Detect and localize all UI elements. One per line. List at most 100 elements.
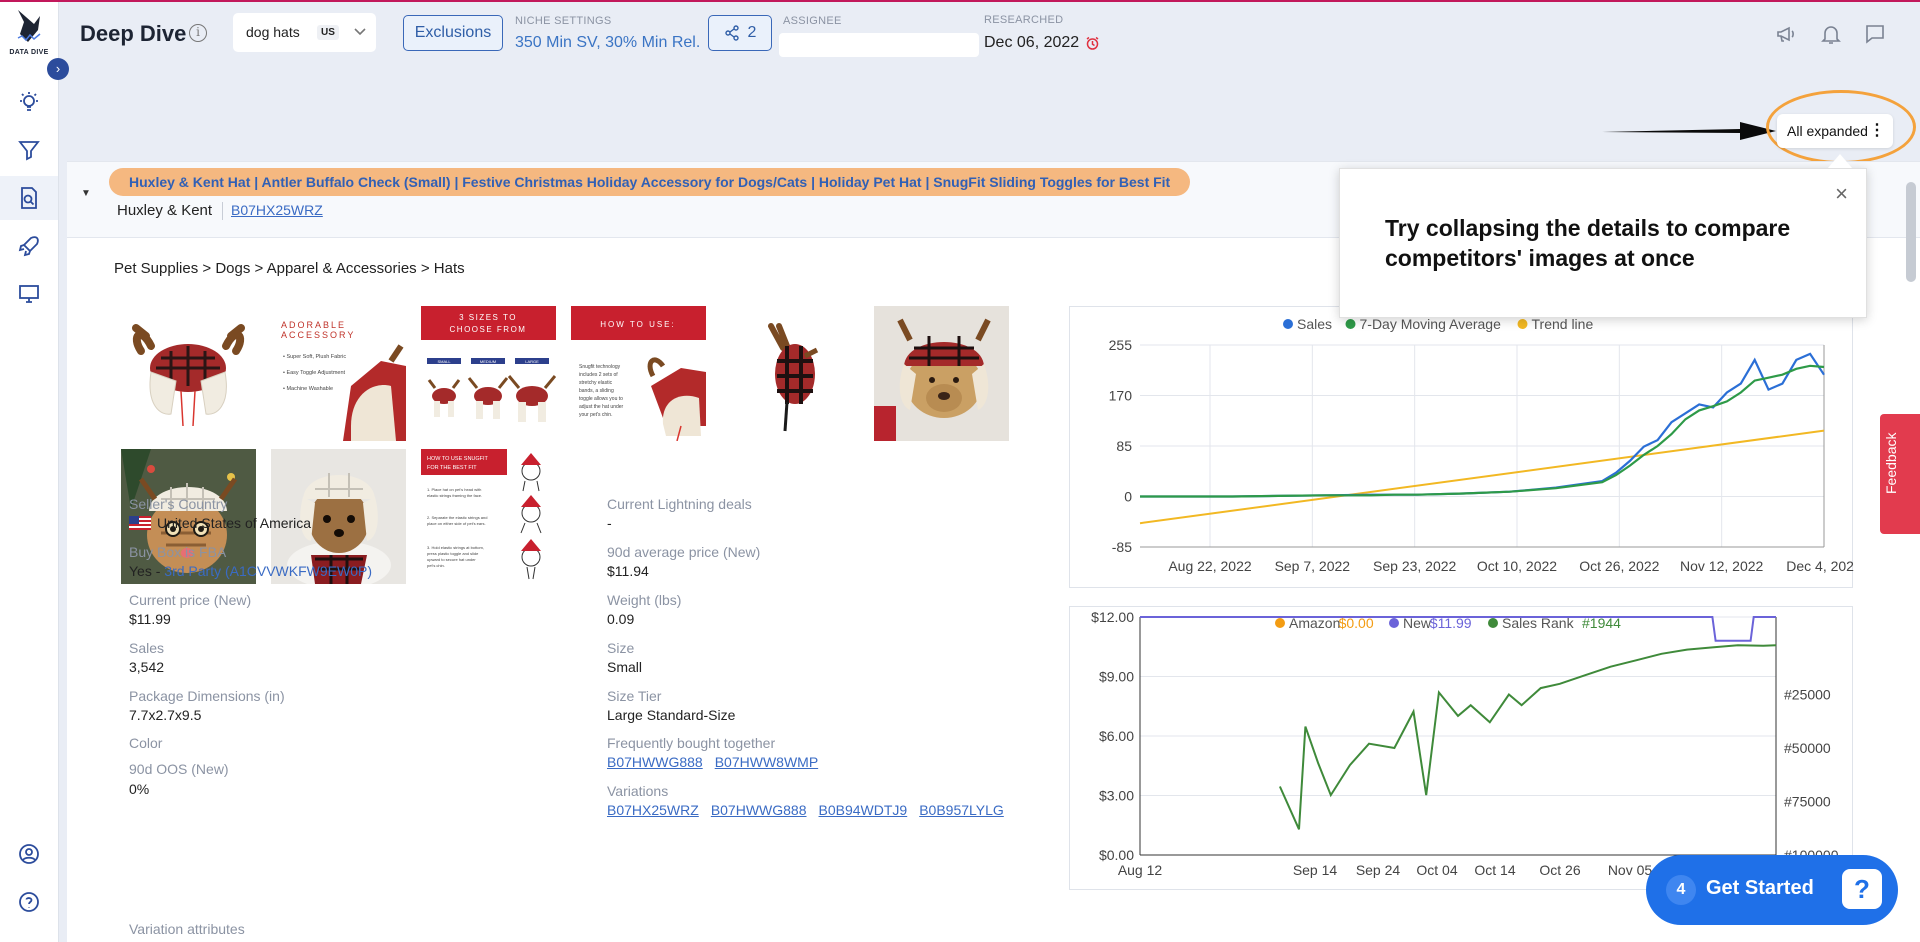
x-tick-label: Oct 04	[1416, 862, 1457, 878]
img2-line-3: • Machine Washable	[283, 386, 333, 392]
sidebar-item-ideas[interactable]	[0, 80, 58, 124]
size-tier-label: Size Tier	[607, 688, 662, 704]
monitor-icon	[19, 285, 39, 303]
y-tick-label: 0	[1124, 489, 1132, 505]
product-title[interactable]: Huxley & Kent Hat | Antler Buffalo Check…	[109, 168, 1191, 196]
size-label: Size	[607, 640, 635, 656]
product-image-4[interactable]: HOW TO USE: Snugfit technology includes …	[571, 306, 706, 441]
lightbulb-icon	[20, 92, 38, 111]
frequently-bought-link-1[interactable]: B07HWWG888	[607, 754, 703, 770]
niche-settings-value[interactable]: 350 Min SV, 30% Min Rel.	[515, 34, 700, 52]
vertical-scrollbar[interactable]	[1906, 182, 1916, 282]
product-asin-link[interactable]: B07HX25WRZ	[231, 202, 323, 218]
frequently-bought-links: B07HWWG888 B07HWW8WMP	[607, 754, 830, 770]
svg-text:your pet's chin.: your pet's chin.	[579, 412, 612, 418]
current-price-value: $11.99	[129, 611, 171, 627]
buy-box-seller-link[interactable]: 3rd Party (A1CVVWKFW9EW0P)	[164, 563, 372, 579]
current-price-label: Current price (New)	[129, 592, 252, 608]
product-image-1[interactable]	[121, 306, 256, 441]
logo-text: DATA DIVE	[9, 49, 49, 56]
lightning-deals-label: Current Lightning deals	[607, 496, 752, 512]
sidebar-item-deep-dive[interactable]	[0, 176, 58, 220]
svg-text:LARGE: LARGE	[525, 359, 539, 364]
svg-text:pet's chin.: pet's chin.	[427, 563, 445, 568]
caret-down-icon[interactable]: ▼	[81, 188, 91, 199]
y-tick-label: -85	[1112, 539, 1132, 555]
alarm-clock-icon[interactable]	[1085, 36, 1100, 51]
variation-link-1[interactable]: B07HX25WRZ	[607, 802, 699, 818]
svg-text:MEDIUM: MEDIUM	[480, 359, 496, 364]
product-brand: Huxley & Kent	[117, 202, 213, 219]
onboarding-tooltip: × Try collapsing the details to compare …	[1339, 168, 1867, 318]
keyword-select[interactable]: dog hats US	[233, 13, 376, 52]
top-header: Deep Dive i dog hats US Exclusions NICHE…	[59, 2, 1920, 64]
svg-text:adjust the hat under: adjust the hat under	[579, 404, 624, 410]
help-icon	[19, 892, 39, 912]
svg-text:bands, a sliding: bands, a sliding	[579, 388, 614, 394]
exclusions-button[interactable]: Exclusions	[403, 15, 503, 51]
sidebar-item-launch[interactable]	[0, 224, 58, 268]
svg-text:1. Place hat on pet's head wit: 1. Place hat on pet's head with	[427, 487, 481, 492]
divider	[222, 202, 223, 220]
svg-text:stretchy elastic: stretchy elastic	[579, 380, 613, 386]
chat-icon[interactable]	[1863, 22, 1887, 46]
all-expanded-toggle[interactable]: All expanded ⋮	[1777, 114, 1893, 148]
assignee-input[interactable]	[779, 33, 979, 57]
sidebar-item-monitor[interactable]	[0, 272, 58, 316]
svg-text:3. Hold elastic strings at bot: 3. Hold elastic strings at bottom,	[427, 545, 484, 550]
svg-text:FOR THE BEST FIT: FOR THE BEST FIT	[427, 465, 477, 471]
variation-link-4[interactable]: B0B957LYLG	[919, 802, 1004, 818]
svg-text:upward to secure hat under: upward to secure hat under	[427, 557, 476, 562]
seller-country-value: United States of America	[157, 515, 312, 531]
info-icon[interactable]: i	[189, 24, 207, 42]
variation-link-2[interactable]: B07HWWG888	[711, 802, 807, 818]
sales-chart-svg: 255 170 85 0 -85 Aug 22, 2022 Sep 7, 2022 Sep 2…	[1109, 316, 1862, 574]
researched-date: Dec 06, 2022	[984, 34, 1100, 52]
sidebar-item-help[interactable]	[0, 880, 58, 924]
sidebar-item-account[interactable]	[0, 832, 58, 876]
share-button[interactable]: 2	[708, 15, 772, 51]
svg-text:Snugfit technology: Snugfit technology	[579, 364, 621, 370]
sales-value: 3,542	[129, 659, 165, 675]
size-tier-value: Large Standard-Size	[607, 707, 736, 723]
product-image-2[interactable]: ADORABLE ACCESSORY • Super Soft, Plush F…	[271, 306, 406, 441]
keyword-value: dog hats	[246, 24, 300, 40]
y2-tick-label: #50000	[1784, 740, 1831, 756]
buy-box-fba-label: Buy Box is FBA	[129, 544, 227, 560]
expand-sidebar-button[interactable]: ›	[47, 58, 69, 80]
frequently-bought-link-2[interactable]: B07HWW8WMP	[715, 754, 818, 770]
all-expanded-label: All expanded	[1787, 123, 1868, 139]
x-tick-label: Nov 05	[1608, 862, 1653, 878]
product-image-6[interactable]	[874, 306, 1009, 441]
sales-label: Sales	[129, 640, 165, 656]
lightning-deals-value: -	[607, 515, 612, 531]
package-dimensions-value: 7.7x2.7x9.5	[129, 707, 202, 723]
sales-chart[interactable]: 255 170 85 0 -85 Aug 22, 2022 Sep 7, 2022 Sep 2…	[1069, 306, 1862, 588]
announcement-icon[interactable]	[1775, 22, 1799, 46]
feedback-tab[interactable]: Feedback	[1880, 414, 1920, 534]
svg-text:3 SIZES TO: 3 SIZES TO	[459, 313, 517, 322]
fox-logo-icon	[17, 10, 41, 42]
marketplace-badge: US	[317, 25, 339, 40]
weight-value: 0.09	[607, 611, 635, 627]
researched-label: RESEARCHED	[984, 14, 1064, 26]
tooltip-caret	[1828, 154, 1852, 168]
svg-text:toggle allows you to: toggle allows you to	[579, 396, 623, 402]
sidebar-item-filter[interactable]	[0, 128, 58, 172]
img2-caption-2: ACCESSORY	[281, 330, 355, 340]
price-rank-chart[interactable]: $12.00 $9.00 $6.00 $3.00 $0.00 #25000 #50000 #7…	[1069, 606, 1853, 890]
svg-text:SMALL: SMALL	[437, 359, 451, 364]
size-value: Small	[607, 659, 643, 675]
package-dimensions-label: Package Dimensions (in)	[129, 688, 285, 704]
pointer-arrow-icon	[1602, 122, 1776, 140]
x-tick-label: Aug 22, 2022	[1168, 558, 1252, 574]
product-image-9[interactable]: HOW TO USE SNUGFIT FOR THE BEST FIT 1. P…	[421, 449, 556, 584]
close-icon[interactable]: ×	[1835, 181, 1848, 207]
app-logo[interactable]: DATA DIVE	[4, 8, 54, 60]
bell-icon[interactable]	[1819, 22, 1843, 46]
variations-links: B07HX25WRZ B07HWWG888 B0B94WDTJ9 B0B957LYLG	[607, 802, 1016, 818]
product-image-5[interactable]	[721, 306, 856, 441]
get-started-button[interactable]: 4 Get Started ?	[1646, 855, 1898, 925]
product-image-3[interactable]: 3 SIZES TO CHOOSE FROM SMALL MEDIUM LARG…	[421, 306, 556, 441]
variation-link-3[interactable]: B0B94WDTJ9	[819, 802, 908, 818]
